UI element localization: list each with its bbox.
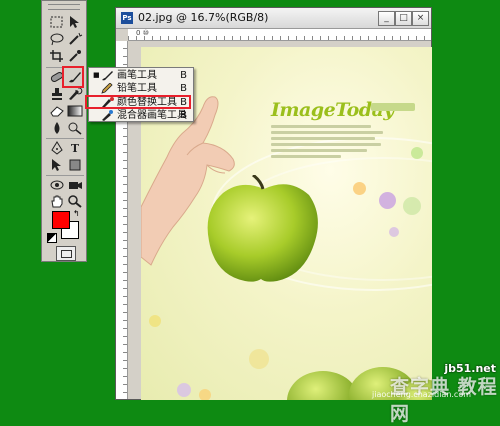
brand-blurb <box>271 125 389 161</box>
foreground-color-swatch[interactable] <box>52 211 70 229</box>
path-selection-tool-icon[interactable] <box>48 158 66 174</box>
flyout-item-pencil[interactable]: 铅笔工具 B <box>89 82 193 95</box>
document-titlebar[interactable]: Ps 02.jpg @ 16.7%(RGB/8) _ □ × <box>116 8 431 29</box>
gradient-tool-icon[interactable] <box>66 104 84 120</box>
eyedropper-tool-icon[interactable] <box>66 49 84 65</box>
move-tool-icon[interactable] <box>66 15 84 31</box>
bubble-decoration <box>379 192 396 209</box>
bubble-decoration <box>353 182 366 195</box>
ruler-labels: 0 ⑩ <box>136 29 149 37</box>
panel-grip[interactable] <box>48 4 80 10</box>
default-colors-icon[interactable] <box>47 233 57 243</box>
horizontal-ruler[interactable] <box>128 29 431 41</box>
marquee-tool-icon[interactable] <box>48 15 66 31</box>
3d-rotate-tool-icon[interactable] <box>48 178 66 194</box>
minimize-button[interactable]: _ <box>378 11 395 26</box>
crop-tool-icon[interactable] <box>48 49 66 65</box>
green-apple-illustration <box>207 175 318 282</box>
blur-tool-icon[interactable] <box>48 121 66 137</box>
brand-tag-badge <box>371 103 415 111</box>
pencil-icon <box>101 83 113 94</box>
pen-tool-icon[interactable] <box>48 141 66 157</box>
bubble-decoration <box>177 383 191 397</box>
flyout-item-brush[interactable]: ■ 画笔工具 B <box>89 69 193 82</box>
close-button[interactable]: × <box>412 11 429 26</box>
flyout-item-mixer-brush[interactable]: 混合器画笔工具 B <box>89 109 193 122</box>
shape-tool-icon[interactable] <box>66 158 84 174</box>
watermark-url: jiaocheng.chazidian.com <box>372 390 472 399</box>
watermark-text: 查字典 教程网 <box>390 376 498 425</box>
zoom-tool-icon[interactable] <box>66 194 84 210</box>
swap-colors-icon[interactable]: ↰ <box>73 209 80 218</box>
history-brush-tool-icon[interactable] <box>66 87 84 103</box>
tools-panel: T ↰ <box>41 0 87 262</box>
brush-icon <box>102 71 113 81</box>
bubble-decoration <box>411 147 423 159</box>
document-title: 02.jpg @ 16.7%(RGB/8) <box>138 11 269 24</box>
dodge-tool-icon[interactable] <box>66 121 84 137</box>
hand-tool-icon[interactable] <box>48 194 66 210</box>
bubble-decoration <box>199 389 211 400</box>
eraser-tool-icon[interactable] <box>48 104 66 120</box>
brush-tool-highlight <box>62 66 84 88</box>
bubble-decoration <box>389 227 399 237</box>
lasso-tool-icon[interactable] <box>48 32 66 48</box>
mixer-brush-icon <box>102 110 113 121</box>
photoshop-icon: Ps <box>121 12 133 24</box>
clone-stamp-tool-icon[interactable] <box>48 87 66 103</box>
3d-camera-tool-icon[interactable] <box>66 178 84 194</box>
screen-mode-icon[interactable] <box>56 246 76 261</box>
active-bullet-icon: ■ <box>93 71 100 79</box>
color-replacement-highlight <box>85 95 191 109</box>
magic-wand-tool-icon[interactable] <box>66 32 84 48</box>
bubble-decoration <box>149 315 161 327</box>
maximize-button[interactable]: □ <box>395 11 412 26</box>
type-tool-icon[interactable]: T <box>66 141 84 157</box>
bubble-decoration <box>403 197 421 215</box>
bubble-decoration <box>249 349 269 369</box>
